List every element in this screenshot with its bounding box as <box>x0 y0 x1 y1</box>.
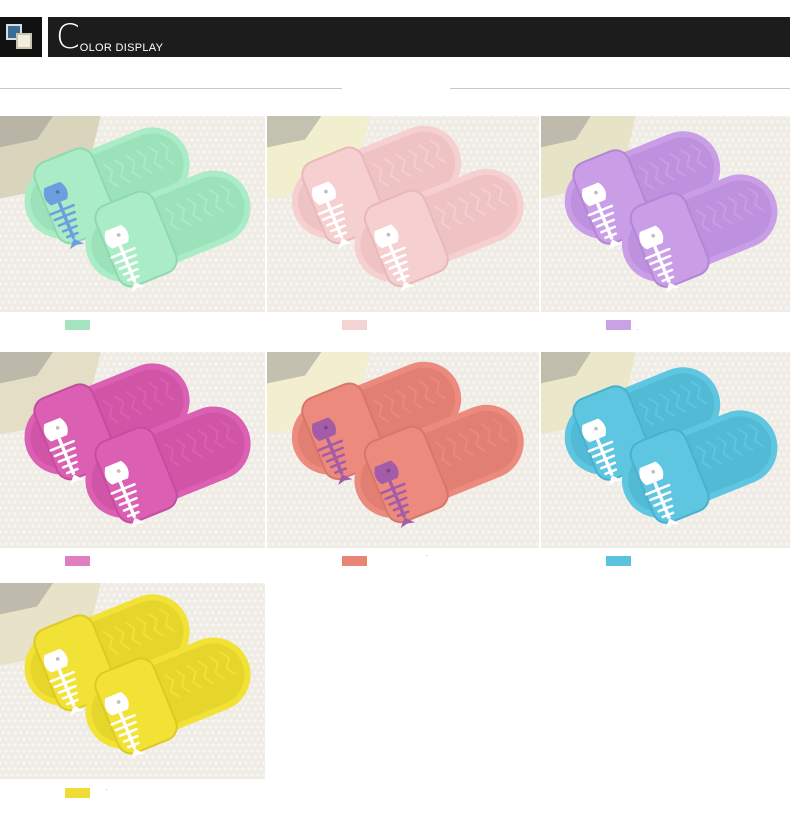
section-title: COLOR DISPLAY <box>56 17 163 57</box>
header-divider <box>42 17 48 57</box>
divider-line-left <box>0 88 342 89</box>
product-photo-purple <box>541 116 790 312</box>
color-swatch-blue <box>606 556 631 566</box>
section-title-rest: OLOR DISPLAY <box>79 42 164 54</box>
divider-line-right <box>450 88 790 89</box>
color-swatch-magenta <box>65 556 90 566</box>
stray-mark: . <box>426 552 428 558</box>
product-photo-coral <box>267 352 539 548</box>
color-swatch-purple <box>606 320 631 330</box>
stray-mark: . <box>637 326 639 332</box>
section-title-initial: C <box>56 17 80 57</box>
product-photo-yellow <box>0 583 265 779</box>
product-photo-green <box>0 116 265 312</box>
header-logo <box>0 17 42 57</box>
color-swatch-coral <box>342 556 367 566</box>
color-swatch-green <box>65 320 90 330</box>
stray-mark: . <box>106 786 108 792</box>
color-swatch-pink <box>342 320 367 330</box>
product-photo-pink <box>267 116 539 312</box>
section-header: COLOR DISPLAY <box>0 17 790 57</box>
logo-square-cream <box>16 33 32 49</box>
product-photo-magenta <box>0 352 265 548</box>
product-photo-blue <box>541 352 790 548</box>
color-swatch-yellow <box>65 788 90 798</box>
